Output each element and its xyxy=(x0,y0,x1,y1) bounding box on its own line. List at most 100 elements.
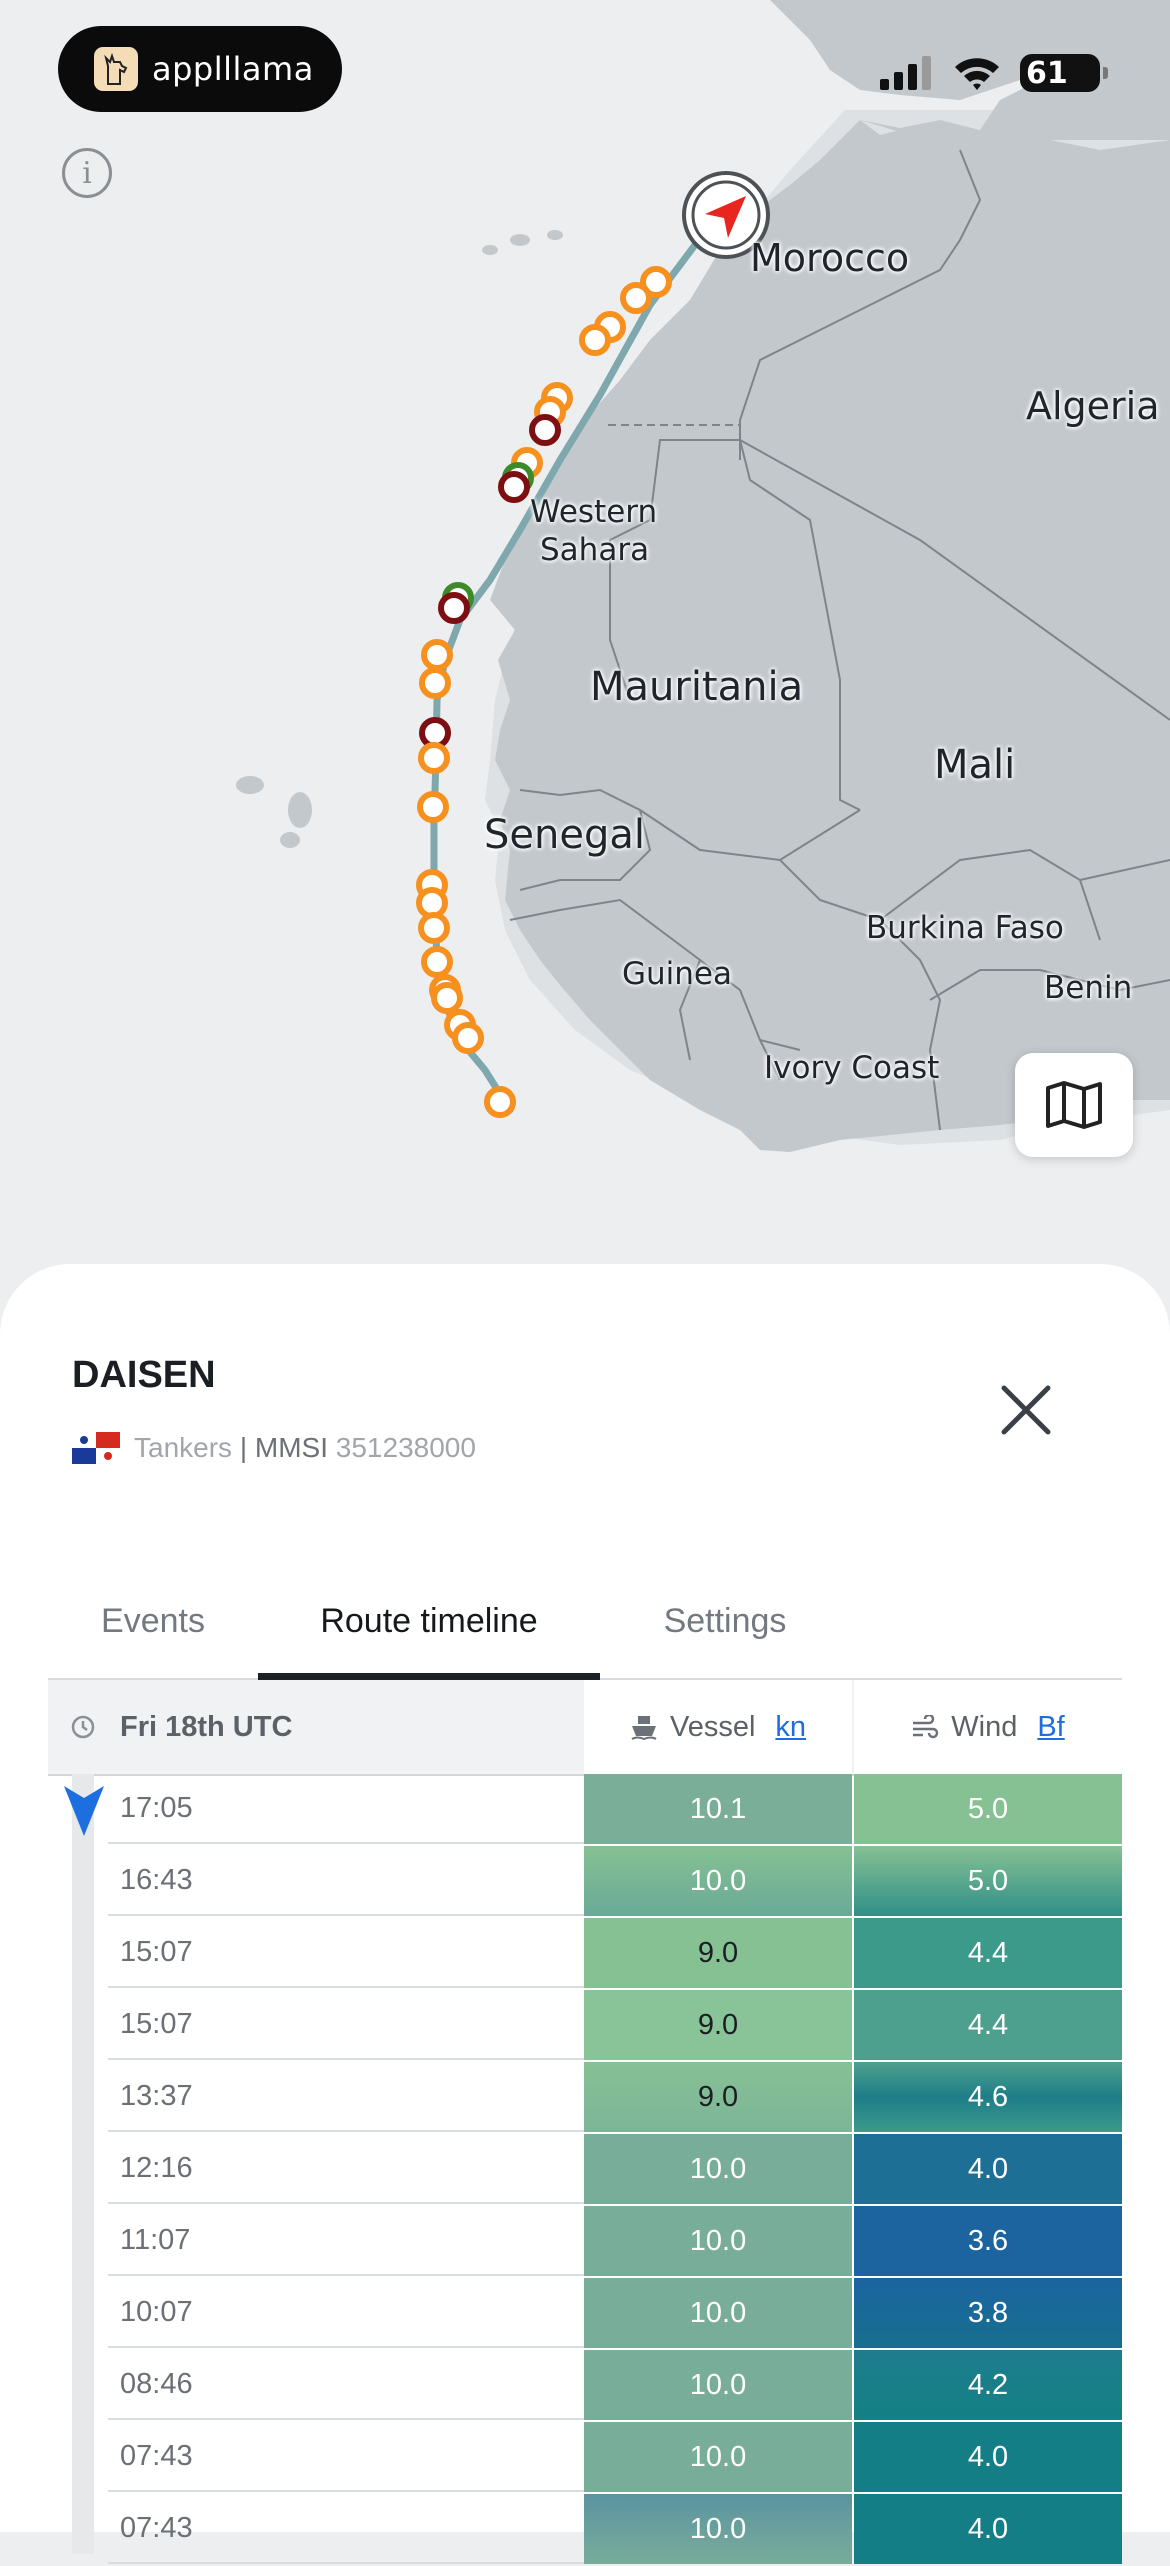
row-vessel-speed: 10.0 xyxy=(584,2134,852,2204)
row-time: 15:07 xyxy=(108,1990,584,2060)
label-guinea: Guinea xyxy=(622,956,732,992)
status-bar: 61 xyxy=(878,54,1108,92)
map-view[interactable]: Morocco Algeria Western Sahara Mauritani… xyxy=(0,0,1170,1300)
wind-unit-link[interactable]: Bf xyxy=(1037,1711,1064,1744)
row-time: 15:07 xyxy=(108,1918,584,1988)
row-wind-force: 4.2 xyxy=(854,2350,1122,2420)
wind-col-label: Wind xyxy=(951,1710,1018,1743)
date-label: Fri 18th UTC xyxy=(120,1710,293,1743)
label-mali: Mali xyxy=(934,742,1016,788)
row-time: 07:43 xyxy=(108,2494,584,2564)
row-wind-force: 3.8 xyxy=(854,2278,1122,2348)
label-western-sahara: Western xyxy=(530,494,658,530)
row-vessel-speed: 10.0 xyxy=(584,2350,852,2420)
row-wind-force: 4.0 xyxy=(854,2494,1122,2564)
label-benin: Benin xyxy=(1044,970,1133,1006)
label-ivory-coast: Ivory Coast xyxy=(764,1050,940,1086)
row-vessel-speed: 10.0 xyxy=(584,1846,852,1916)
row-time: 11:07 xyxy=(108,2206,584,2276)
map-layers-button[interactable] xyxy=(1015,1053,1133,1157)
timeline-row[interactable]: 17:05 10.1 5.0 xyxy=(48,1774,1122,1846)
event-orange xyxy=(431,982,463,1014)
row-wind-force: 4.0 xyxy=(854,2422,1122,2492)
timeline-row[interactable]: 12:16 10.0 4.0 xyxy=(48,2134,1122,2206)
timeline-row[interactable]: 07:43 10.0 4.0 xyxy=(48,2422,1122,2494)
row-wind-force: 4.6 xyxy=(854,2062,1122,2132)
app-brand-name: applllama xyxy=(152,50,314,88)
row-vessel-speed: 10.1 xyxy=(584,1774,852,1844)
label-western-sahara-2: Sahara xyxy=(540,532,650,568)
timeline-row[interactable]: 13:37 9.0 4.6 xyxy=(48,2062,1122,2134)
mmsi-label: MMSI xyxy=(254,1432,328,1463)
timeline-header: Fri 18th UTC Vessel kn Wind Bf xyxy=(48,1680,1122,1776)
info-icon[interactable]: i xyxy=(62,148,112,198)
mmsi-value: 351238000 xyxy=(335,1432,476,1463)
battery-level: 61 xyxy=(1026,55,1068,91)
event-orange xyxy=(418,742,450,774)
clock-icon xyxy=(71,1715,95,1739)
ship-icon xyxy=(631,1716,657,1740)
row-time: 17:05 xyxy=(108,1774,584,1844)
vessel-unit-link[interactable]: kn xyxy=(775,1711,806,1744)
timeline-row[interactable]: 15:07 9.0 4.4 xyxy=(48,1990,1122,2062)
event-orange xyxy=(418,912,450,944)
event-orange xyxy=(417,791,449,823)
tab-settings[interactable]: Settings xyxy=(600,1564,850,1678)
app-badge[interactable]: applllama xyxy=(58,26,342,112)
row-vessel-speed: 9.0 xyxy=(584,2062,852,2132)
panama-flag-icon xyxy=(72,1432,120,1464)
row-wind-force: 5.0 xyxy=(854,1846,1122,1916)
row-vessel-speed: 9.0 xyxy=(584,1990,852,2060)
event-orange xyxy=(452,1022,484,1054)
row-vessel-speed: 10.0 xyxy=(584,2278,852,2348)
row-time: 13:37 xyxy=(108,2062,584,2132)
label-algeria: Algeria xyxy=(1026,384,1160,428)
close-icon[interactable] xyxy=(996,1380,1056,1440)
row-time: 07:43 xyxy=(108,2422,584,2492)
map-canvas[interactable] xyxy=(0,0,1170,1300)
timeline-row[interactable]: 11:07 10.0 3.6 xyxy=(48,2206,1122,2278)
row-wind-force: 3.6 xyxy=(854,2206,1122,2276)
row-time: 16:43 xyxy=(108,1846,584,1916)
row-wind-force: 5.0 xyxy=(854,1774,1122,1844)
vessel-col-label: Vessel xyxy=(669,1710,756,1743)
timeline-row[interactable]: 08:46 10.0 4.2 xyxy=(48,2350,1122,2422)
row-time: 10:07 xyxy=(108,2278,584,2348)
llama-logo-icon xyxy=(94,47,138,91)
tab-bar: Events Route timeline Settings xyxy=(48,1564,1122,1681)
label-mauritania: Mauritania xyxy=(590,664,804,710)
tab-events[interactable]: Events xyxy=(48,1564,258,1678)
vessel-speed-header: Vessel kn xyxy=(584,1680,852,1774)
label-burkina-faso: Burkina Faso xyxy=(866,910,1064,946)
battery-icon: 61 xyxy=(1020,54,1108,92)
timeline-row[interactable]: 10:07 10.0 3.8 xyxy=(48,2278,1122,2350)
event-orange xyxy=(419,667,451,699)
event-orange xyxy=(579,324,611,356)
row-wind-force: 4.4 xyxy=(854,1918,1122,1988)
event-orange xyxy=(620,282,652,314)
row-vessel-speed: 9.0 xyxy=(584,1918,852,1988)
wifi-icon xyxy=(955,58,999,90)
timeline-row[interactable]: 07:43 10.0 4.0 xyxy=(48,2494,1122,2566)
row-time: 08:46 xyxy=(108,2350,584,2420)
event-red xyxy=(498,471,530,503)
event-red xyxy=(529,414,561,446)
cellular-signal-icon xyxy=(880,56,931,90)
row-vessel-speed: 10.0 xyxy=(584,2422,852,2492)
vessel-subtitle: Tankers | MMSI 351238000 xyxy=(72,1432,476,1464)
timeline-row[interactable]: 15:07 9.0 4.4 xyxy=(48,1918,1122,1990)
label-morocco: Morocco xyxy=(750,236,910,280)
row-time: 12:16 xyxy=(108,2134,584,2204)
timeline-row[interactable]: 16:43 10.0 5.0 xyxy=(48,1846,1122,1918)
wind-header: Wind Bf xyxy=(854,1680,1122,1774)
row-vessel-speed: 10.0 xyxy=(584,2206,852,2276)
event-orange xyxy=(421,946,453,978)
vessel-type: Tankers xyxy=(134,1432,233,1463)
label-senegal: Senegal xyxy=(484,812,645,858)
event-red xyxy=(438,592,470,624)
map-icon xyxy=(1046,1081,1102,1129)
tab-route-timeline[interactable]: Route timeline xyxy=(258,1564,600,1681)
event-orange xyxy=(484,1086,516,1118)
vessel-details-sheet: DAISEN Tankers | MMSI 351238000 Events R… xyxy=(0,1264,1170,2564)
row-vessel-speed: 10.0 xyxy=(584,2494,852,2564)
